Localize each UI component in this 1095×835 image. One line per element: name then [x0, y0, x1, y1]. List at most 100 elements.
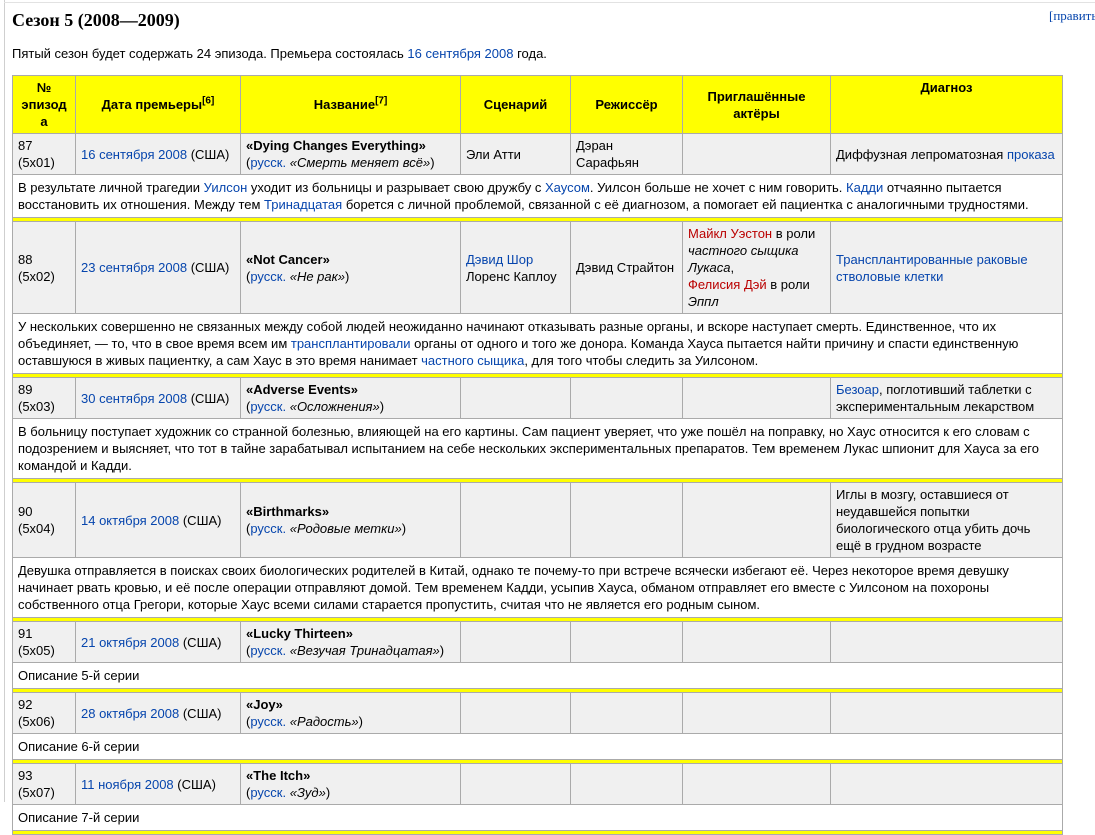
text-segment: «Смерть меняет всё»	[290, 155, 431, 170]
director-cell	[571, 622, 683, 663]
episode-number-cell: 88 (5x02)	[13, 222, 76, 314]
episode-row: 93 (5x07)11 ноября 2008 (США)«The Itch»(…	[13, 764, 1063, 805]
diagnosis-cell: Трансплантированные раковые стволовые кл…	[831, 222, 1063, 314]
episode-description: У нескольких совершенно не связанных меж…	[13, 314, 1063, 374]
episode-row: 88 (5x02)23 сентября 2008 (США)«Not Canc…	[13, 222, 1063, 314]
wiki-link[interactable]: проказа	[1007, 147, 1055, 162]
text-segment: 92 (5x06)	[18, 697, 55, 729]
wiki-link[interactable]: 16 сентября 2008	[81, 147, 187, 162]
wiki-link[interactable]: русск.	[250, 643, 286, 658]
text-segment: Приглашённые актёры	[708, 89, 806, 121]
wiki-link[interactable]: 11 ноября 2008	[81, 777, 174, 792]
premiere-date-cell: 28 октября 2008 (США)	[76, 693, 241, 734]
text-segment: года.	[513, 46, 546, 61]
text-segment: 88 (5x02)	[18, 252, 55, 284]
wiki-link[interactable]: частного сыщика	[421, 353, 524, 368]
writer-cell	[461, 622, 571, 663]
text-segment: в роли	[767, 277, 810, 292]
column-header-diagnosis: Диагноз	[831, 76, 1063, 134]
episode-number-cell: 87 (5x01)	[13, 134, 76, 175]
wiki-link[interactable]: русск.	[250, 714, 286, 729]
column-header-writer: Сценарий	[461, 76, 571, 134]
text-segment: Эли Атти	[466, 147, 521, 162]
diagnosis-cell	[831, 622, 1063, 663]
wiki-link[interactable]: 30 сентября 2008	[81, 391, 187, 406]
separator	[13, 831, 1063, 835]
wiki-link[interactable]: Трансплантированные раковые стволовые кл…	[836, 252, 1028, 284]
episode-number-cell: 91 (5x05)	[13, 622, 76, 663]
wiki-link[interactable]: русск.	[250, 155, 286, 170]
wiki-link[interactable]: Уилсон	[204, 180, 248, 195]
director-cell	[571, 764, 683, 805]
episode-number-cell: 90 (5x04)	[13, 483, 76, 558]
text-segment: (США)	[179, 635, 221, 650]
wiki-link[interactable]: Безоар	[836, 382, 879, 397]
wiki-link[interactable]: Хаусом	[545, 180, 590, 195]
wiki-link[interactable]: Тринадцатая	[264, 197, 342, 212]
description-row: Описание 6-й серии	[13, 734, 1063, 760]
title-cell: «Dying Changes Everything»(русск. «Смерт…	[241, 134, 461, 175]
text-segment: 87 (5x01)	[18, 138, 55, 170]
text-segment: Название	[314, 97, 375, 112]
title-cell: «Not Cancer»(русск. «Не рак»)	[241, 222, 461, 314]
section-heading: Сезон 5 (2008—2009)	[12, 10, 1095, 31]
writer-cell	[461, 483, 571, 558]
text-segment: [7]	[375, 96, 387, 107]
guest-stars-cell	[683, 134, 831, 175]
text-segment: Диффузная лепроматозная	[836, 147, 1007, 162]
episode-description: В больницу поступает художник со странно…	[13, 419, 1063, 479]
text-segment: «Not Cancer»	[246, 252, 330, 267]
text-segment: «Adverse Events»	[246, 382, 358, 397]
text-segment: (США)	[187, 391, 229, 406]
edit-section-link[interactable]: [править]	[1049, 8, 1095, 24]
wiki-link[interactable]: 14 октября 2008	[81, 513, 179, 528]
column-header-title: Название[7]	[241, 76, 461, 134]
text-segment: , для того чтобы следить за Уилсоном.	[524, 353, 758, 368]
text-segment: (США)	[174, 777, 216, 792]
wiki-link[interactable]: 16 сентября 2008	[407, 46, 513, 61]
text-segment: Сценарий	[484, 97, 548, 112]
text-segment: )	[402, 521, 406, 536]
separator-row	[13, 831, 1063, 835]
intro-paragraph: Пятый сезон будет содержать 24 эпизода. …	[12, 45, 1095, 62]
title-cell: «Joy»(русск. «Радость»)	[241, 693, 461, 734]
text-segment: № эпизода	[21, 80, 66, 129]
episode-description: Описание 7-й серии	[13, 805, 1063, 831]
text-segment: частного сыщика Лукаса	[688, 243, 799, 275]
wiki-redlink[interactable]: Майкл Уэстон	[688, 226, 772, 241]
wiki-link[interactable]: Кадди	[846, 180, 883, 195]
text-segment: «Осложнения»	[290, 399, 380, 414]
wiki-link[interactable]: трансплантировали	[291, 336, 411, 351]
column-header-director: Режиссёр	[571, 76, 683, 134]
description-row: Девушка отправляется в поисках своих био…	[13, 558, 1063, 618]
director-cell	[571, 378, 683, 419]
guest-stars-cell	[683, 622, 831, 663]
text-segment: Дэран Сарафьян	[576, 138, 639, 170]
text-segment: )	[380, 399, 384, 414]
title-cell: «Lucky Thirteen»(русск. «Везучая Тринадц…	[241, 622, 461, 663]
wiki-link[interactable]: русск.	[250, 521, 286, 536]
episode-description: Описание 5-й серии	[13, 663, 1063, 689]
text-segment: )	[440, 643, 444, 658]
text-segment: 90 (5x04)	[18, 504, 55, 536]
text-segment: Эппл	[688, 294, 719, 309]
writer-cell	[461, 764, 571, 805]
wiki-link[interactable]: русск.	[250, 399, 286, 414]
episode-description: Девушка отправляется в поисках своих био…	[13, 558, 1063, 618]
text-segment: «Радость»	[290, 714, 359, 729]
column-header-episode-number: № эпизода	[13, 76, 76, 134]
text-segment: 93 (5x07)	[18, 768, 55, 800]
wiki-link[interactable]: 21 октября 2008	[81, 635, 179, 650]
director-cell	[571, 693, 683, 734]
wiki-redlink[interactable]: Фелисия Дэй	[688, 277, 767, 292]
wiki-link[interactable]: русск.	[250, 269, 286, 284]
wiki-link[interactable]: Дэвид Шор	[466, 252, 533, 267]
description-row: Описание 5-й серии	[13, 663, 1063, 689]
column-header-premiere-date: Дата премьеры[6]	[76, 76, 241, 134]
wiki-link[interactable]: 28 октября 2008	[81, 706, 179, 721]
text-segment: (США)	[179, 513, 221, 528]
description-row: У нескольких совершенно не связанных меж…	[13, 314, 1063, 374]
wiki-link[interactable]: русск.	[250, 785, 286, 800]
table-header-row: № эпизодаДата премьеры[6]Название[7]Сцен…	[13, 76, 1063, 134]
wiki-link[interactable]: 23 сентября 2008	[81, 260, 187, 275]
